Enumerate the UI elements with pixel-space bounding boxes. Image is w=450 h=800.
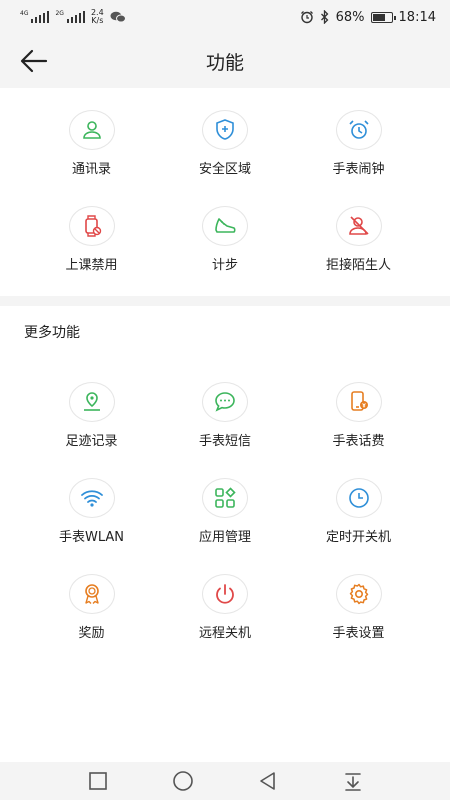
apps-grid-icon (215, 487, 236, 508)
feature-label: 上课禁用 (65, 258, 118, 273)
back-button[interactable] (18, 46, 50, 76)
notification-button[interactable] (310, 762, 395, 800)
net-speed-unit: K/s (91, 16, 104, 25)
primary-features-grid: 通讯录 安全区域 手表闹钟上课禁用 计步 拒接陌生人 (0, 110, 450, 302)
feature-label: 应用管理 (198, 530, 251, 545)
feature-label: 远程关机 (198, 626, 251, 641)
chat-bubble-icon (215, 392, 235, 412)
feature-icon-badge (202, 382, 248, 422)
battery-fill (372, 13, 385, 21)
recents-button[interactable] (55, 762, 140, 800)
circle-icon (172, 771, 193, 791)
feature-contacts[interactable]: 通讯录 (25, 110, 158, 206)
feature-footprint-pin[interactable]: 足迹记录 (25, 382, 158, 478)
square-icon (88, 772, 107, 790)
system-nav-bar (0, 762, 450, 800)
feature-icon-badge (335, 478, 382, 518)
page-title: 功能 (205, 51, 244, 74)
feature-label: 手表WLAN (58, 530, 124, 545)
bluetooth-icon (320, 10, 329, 24)
feature-icon-badge (202, 110, 248, 150)
more-features-title: 更多功能 (24, 325, 80, 341)
reject-stranger-icon (348, 216, 369, 235)
feature-gear[interactable]: 手表设置 (292, 574, 425, 670)
feature-label: 手表短信 (198, 434, 251, 449)
feature-icon-badge (335, 110, 382, 150)
feature-reject-stranger[interactable]: 拒接陌生人 (292, 206, 425, 302)
wechat-icon (110, 11, 126, 23)
alarm-clock-icon (348, 120, 369, 139)
section-divider (0, 296, 450, 306)
contacts-icon (82, 121, 101, 139)
cell-signal-icon: 4G (20, 10, 50, 23)
feature-icon-badge (68, 574, 115, 614)
feature-power[interactable]: 远程关机 (158, 574, 292, 670)
feature-shield-pin[interactable]: 安全区域 (158, 110, 292, 206)
gear-icon (349, 583, 368, 605)
watch-block-icon (84, 215, 101, 237)
feature-clock[interactable]: 定时开关机 (292, 478, 425, 574)
feature-label: 安全区域 (198, 162, 251, 177)
feature-label: 计步 (211, 258, 238, 273)
clock-time: 18:14 (398, 9, 436, 25)
feature-alarm-clock[interactable]: 手表闹钟 (292, 110, 425, 206)
feature-icon-badge (335, 574, 382, 614)
feature-label: 拒接陌生人 (325, 258, 391, 273)
notification-down-icon (344, 773, 361, 791)
home-button[interactable] (140, 762, 225, 800)
feature-icon-badge (68, 478, 115, 518)
medal-icon (84, 584, 99, 604)
cell-signal-icon-2: 2G (55, 10, 85, 23)
signal-type-label-2: 2G (55, 10, 64, 17)
back-nav-button[interactable] (225, 762, 310, 800)
feature-icon-badge (68, 382, 115, 422)
phone-bill-icon (350, 391, 368, 411)
feature-shoe[interactable]: 计步 (158, 206, 292, 302)
back-arrow-icon (20, 49, 48, 73)
feature-label: 足迹记录 (65, 434, 118, 449)
shield-pin-icon (216, 119, 234, 140)
feature-label: 定时开关机 (325, 530, 391, 545)
feature-icon-badge (68, 110, 115, 150)
feature-medal[interactable]: 奖励 (25, 574, 158, 670)
feature-icon-badge (335, 382, 382, 422)
feature-watch-block[interactable]: 上课禁用 (25, 206, 158, 302)
feature-chat-bubble[interactable]: 手表短信 (158, 382, 292, 478)
net-speed: 2.4 K/s (91, 9, 104, 25)
battery-icon (370, 11, 396, 23)
feature-label: 手表话费 (332, 434, 385, 449)
status-left: 4G 2G 2.4 K/s (20, 9, 126, 25)
feature-icon-badge (335, 206, 382, 246)
status-bar: 4G 2G 2.4 K/s 68% 18:14 (0, 0, 450, 34)
feature-label: 手表闹钟 (332, 162, 385, 177)
signal-type-label: 4G (20, 10, 29, 17)
wifi-icon (80, 490, 103, 507)
feature-label: 奖励 (78, 626, 105, 641)
feature-icon-badge (68, 206, 115, 246)
feature-icon-badge (202, 206, 248, 246)
power-icon (216, 584, 234, 604)
status-right: 68% 18:14 (300, 10, 436, 25)
shoe-icon (215, 218, 236, 233)
feature-wifi[interactable]: 手表WLAN (25, 478, 158, 574)
feature-icon-badge (202, 478, 248, 518)
feature-apps-grid[interactable]: 应用管理 (158, 478, 292, 574)
feature-label: 手表设置 (332, 626, 385, 641)
feature-phone-bill[interactable]: 手表话费 (292, 382, 425, 478)
more-features-grid: 足迹记录 手表短信 手表话费手表WLAN 应用管理 定时开关机奖励 远程关机 手表设置 (0, 382, 450, 670)
feature-label: 通讯录 (71, 162, 111, 177)
clock-icon (348, 488, 369, 508)
alarm-status-icon (300, 11, 313, 24)
battery-percent: 68% (335, 9, 365, 25)
app-bar: 功能 (0, 34, 450, 88)
footprint-pin-icon (83, 392, 100, 411)
back-triangle-icon (259, 772, 275, 790)
feature-icon-badge (202, 574, 248, 614)
